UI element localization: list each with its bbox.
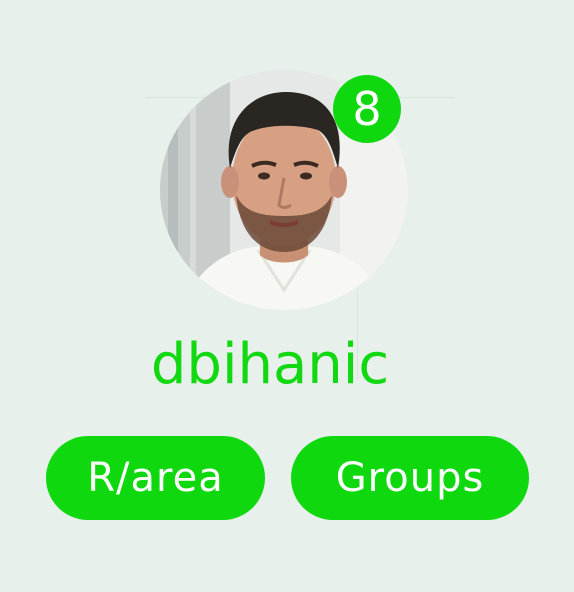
- profile-card: 8 dbihanic R/area Groups: [0, 0, 574, 592]
- groups-button[interactable]: Groups: [291, 436, 529, 520]
- username-label: dbihanic: [150, 332, 390, 397]
- notification-badge[interactable]: 8: [333, 75, 401, 143]
- r-area-button[interactable]: R/area: [46, 436, 265, 520]
